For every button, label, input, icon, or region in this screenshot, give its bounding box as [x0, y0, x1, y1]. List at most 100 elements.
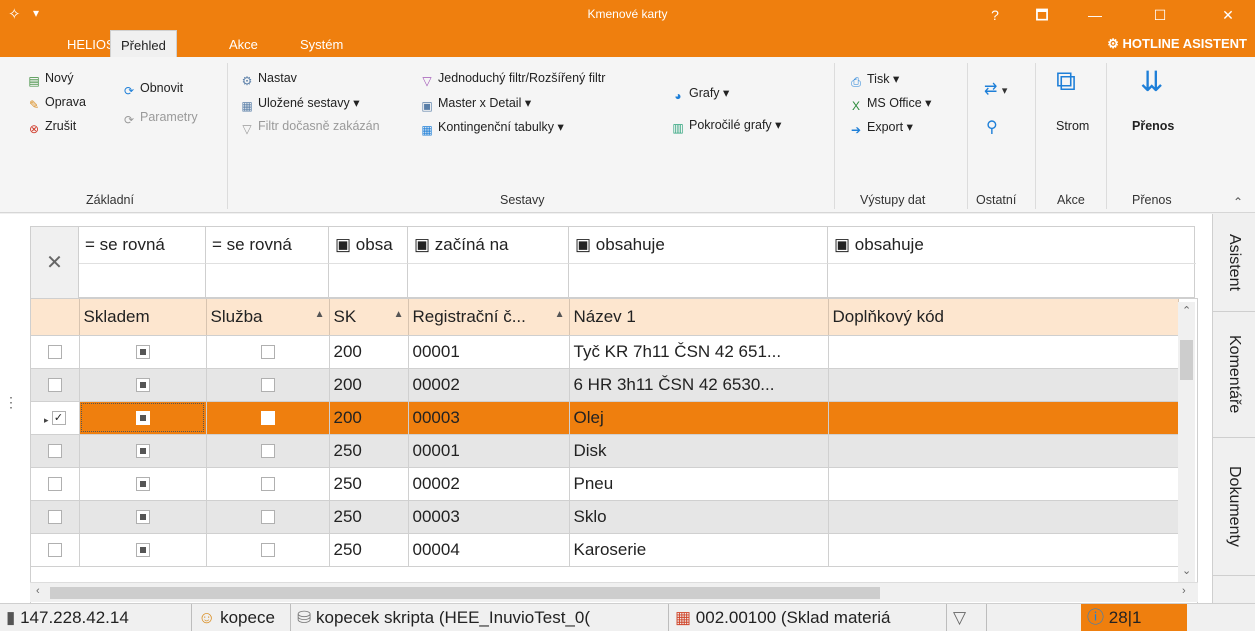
table-row[interactable]: 250 00002 Pneu: [31, 467, 1179, 501]
filter-value-skladem[interactable]: [79, 263, 206, 299]
header-doplnkovy-kod[interactable]: Doplňkový kód: [828, 299, 1179, 336]
kontingencni-tabulky-button[interactable]: ▦ Kontingenční tabulky ▾: [419, 119, 564, 138]
row-select-checkbox[interactable]: [31, 434, 80, 468]
filter-doplnkovy-kod[interactable]: ▣ obsahuje: [828, 227, 1196, 263]
nastav-button[interactable]: ⚙ Nastav: [239, 71, 297, 89]
filter-panel: ✕ = se rovná = se rovná ▣ obsa ▣ začíná …: [30, 226, 1196, 299]
oprava-button[interactable]: ✎ Oprava: [26, 95, 86, 113]
zrusit-button[interactable]: ⊗ Zrušit: [26, 119, 76, 137]
master-detail-button[interactable]: ▣ Master x Detail ▾: [419, 95, 531, 114]
export-button[interactable]: ➔ Export ▾: [848, 119, 913, 138]
horizontal-scroll-thumb[interactable]: [50, 587, 880, 599]
side-panel: Asistent Komentáře Dokumenty: [1212, 214, 1255, 603]
tree-icon[interactable]: ⧉: [1056, 65, 1076, 98]
vertical-scrollbar[interactable]: ⌃ ⌄: [1178, 302, 1195, 582]
maximize-button[interactable]: ☐: [1140, 0, 1180, 30]
menu-bar: HELIOS Přehled Akce Systém ⚙ HOTLINE ASI…: [0, 30, 1255, 57]
header-sluzba[interactable]: Služba ▲: [206, 299, 330, 336]
filter-registracni[interactable]: ▣ začíná na: [408, 227, 569, 263]
obnovit-button[interactable]: ⟳ Obnovit: [121, 81, 183, 99]
scroll-right-icon[interactable]: ›: [1182, 585, 1186, 597]
ulozene-sestavy-button[interactable]: ▦ Uložené sestavy ▾: [239, 95, 359, 114]
help-button[interactable]: ?: [975, 0, 1015, 30]
scroll-left-icon[interactable]: ‹: [36, 585, 40, 597]
checkbox-checked[interactable]: ✓: [51, 411, 66, 426]
grafy-button[interactable]: ◕ Grafy ▾: [670, 85, 729, 104]
doplnkovy-kod-cell: [828, 368, 1179, 402]
close-button[interactable]: ✕: [1208, 0, 1248, 30]
checkbox[interactable]: [47, 378, 62, 393]
table-row[interactable]: 250 00004 Karoserie: [31, 533, 1179, 567]
sk-cell: 200: [329, 368, 409, 402]
tisk-button[interactable]: ⎙ Tisk ▾: [848, 71, 899, 90]
doplnkovy-kod-cell: [828, 401, 1179, 435]
table-row-selected[interactable]: ▸ ✓ 200 00003 Olej: [31, 401, 1179, 435]
row-select-checkbox[interactable]: [31, 335, 80, 369]
header-select[interactable]: [31, 299, 80, 336]
ms-office-button[interactable]: X MS Office ▾: [848, 95, 931, 114]
checkbox[interactable]: [47, 444, 62, 459]
row-select-checkbox[interactable]: [31, 500, 80, 534]
checkbox[interactable]: [47, 477, 62, 492]
scroll-down-icon[interactable]: ⌄: [1182, 564, 1191, 577]
table-row[interactable]: 200 00001 Tyč KR 7h11 ČSN 42 651...: [31, 335, 1179, 369]
table-row[interactable]: 200 00002 6 HR 3h11 ČSN 42 6530...: [31, 368, 1179, 402]
minimize-button[interactable]: —: [1075, 0, 1115, 30]
transfer-icon[interactable]: ⇊: [1140, 65, 1163, 98]
strom-button[interactable]: Strom: [1056, 119, 1089, 133]
filter-value-doplnkovy-kod[interactable]: [828, 263, 1196, 299]
row-select-checkbox[interactable]: [31, 533, 80, 567]
filter-disabled-icon: ▽: [242, 122, 252, 136]
checkbox[interactable]: [47, 510, 62, 525]
parametry-button[interactable]: ⟳ Parametry: [121, 110, 198, 128]
side-tab-asistent[interactable]: Asistent: [1213, 214, 1255, 312]
table-row[interactable]: 250 00001 Disk: [31, 434, 1179, 468]
filter-sk[interactable]: ▣ obsa: [329, 227, 408, 263]
horizontal-scrollbar[interactable]: ‹ ›: [30, 582, 1198, 602]
status-db-label: kopecek skripta (HEE_InuvioTest_0(: [315, 608, 591, 627]
row-select-checkbox[interactable]: [31, 368, 80, 402]
search-icon[interactable]: ⚲: [986, 117, 998, 137]
row-select-checkbox[interactable]: ▸ ✓: [31, 401, 80, 435]
collapse-ribbon-icon[interactable]: ⌃: [1233, 195, 1243, 209]
tab-system[interactable]: Systém: [290, 30, 353, 57]
filter-value-sluzba[interactable]: [206, 263, 329, 299]
swap-arrows-icon[interactable]: ⇄ ▾: [984, 79, 1007, 99]
status-count-label: 28|1: [1108, 608, 1142, 627]
hotline-asistent-link[interactable]: ⚙ HOTLINE ASISTENT: [1107, 30, 1247, 57]
nazev-cell: Pneu: [569, 467, 829, 501]
filtr-docasne-zakazan-button[interactable]: ▽ Filtr dočasně zakázán: [239, 119, 379, 137]
checkbox[interactable]: [47, 543, 62, 558]
filter-value-sk[interactable]: [329, 263, 408, 299]
pie-chart-icon: ◕: [674, 89, 682, 103]
checkbox[interactable]: [47, 345, 62, 360]
restore-ribbon-button[interactable]: 🗖: [1022, 0, 1062, 30]
tab-prehled[interactable]: Přehled: [110, 30, 177, 57]
registracni-cell: 00004: [408, 533, 570, 567]
filter-skladem[interactable]: = se rovná: [79, 227, 206, 263]
side-tab-dokumenty[interactable]: Dokumenty: [1213, 438, 1255, 576]
header-registracni[interactable]: Registrační č... ▲: [408, 299, 570, 336]
tab-akce[interactable]: Akce: [219, 30, 268, 57]
vertical-scroll-thumb[interactable]: [1180, 340, 1193, 380]
clear-filter-icon[interactable]: ✕: [31, 227, 79, 299]
data-grid: Skladem Služba ▲ SK ▲ Registrační č... ▲ Ná…: [30, 298, 1198, 604]
side-tab-komentare[interactable]: Komentáře: [1213, 312, 1255, 438]
filter-value-registracni[interactable]: [408, 263, 569, 299]
header-skladem[interactable]: Skladem: [79, 299, 207, 336]
pokrocile-grafy-button[interactable]: ▥ Pokročilé grafy ▾: [670, 117, 781, 136]
header-sk[interactable]: SK ▲: [329, 299, 409, 336]
table-row[interactable]: 250 00003 Sklo: [31, 500, 1179, 534]
novy-button[interactable]: ▤ Nový: [26, 71, 73, 89]
prenos-button[interactable]: Přenos: [1132, 119, 1174, 133]
filter-sluzba[interactable]: = se rovná: [206, 227, 329, 263]
filter-status-icon[interactable]: ▽: [947, 604, 987, 631]
header-nazev[interactable]: Název 1: [569, 299, 829, 336]
left-splitter-handle[interactable]: ⋮: [4, 394, 18, 411]
row-select-checkbox[interactable]: [31, 467, 80, 501]
filter-value-nazev[interactable]: [569, 263, 828, 299]
status-warehouse: ▦ 002.00100 (Sklad materiá: [669, 604, 947, 631]
scroll-up-icon[interactable]: ⌃: [1182, 304, 1191, 317]
filter-nazev[interactable]: ▣ obsahuje: [569, 227, 828, 263]
jednoduchy-filtr-button[interactable]: ▽ Jednoduchý filtr/Rozšířený filtr: [419, 71, 605, 89]
